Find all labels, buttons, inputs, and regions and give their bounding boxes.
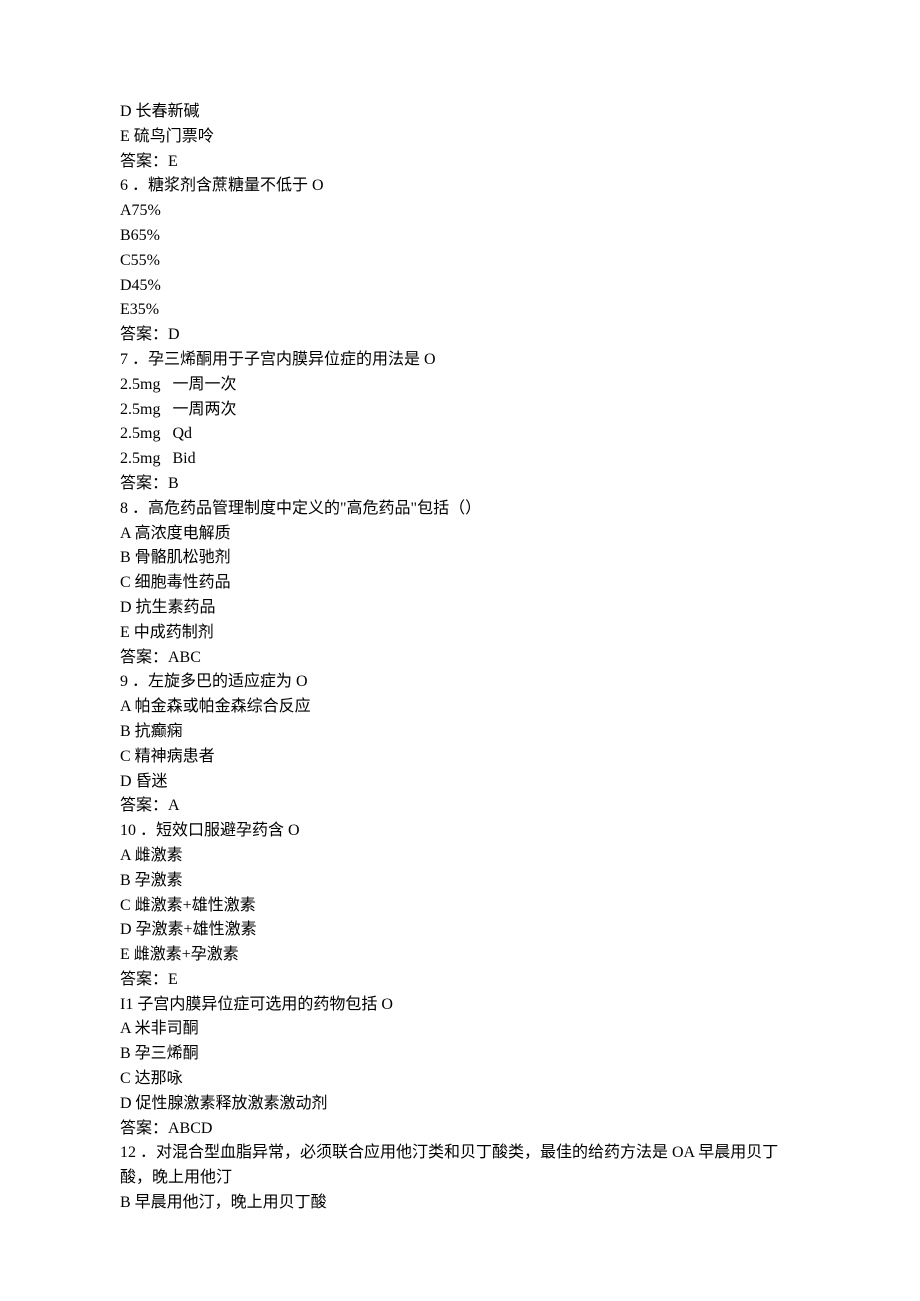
text-line: D 昏迷: [120, 770, 800, 795]
text-line: 答案：D: [120, 323, 800, 348]
text-line: 12 ．对混合型血脂异常，必须联合应用他汀类和贝丁酸类，最佳的给药方法是 OA …: [120, 1141, 800, 1191]
text-line: 7 ．孕三烯酮用于子宫内膜异位症的用法是 O: [120, 348, 800, 373]
text-line: 2.5mg Qd: [120, 422, 800, 447]
text-line: I1 子宫内膜异位症可选用的药物包括 O: [120, 993, 800, 1018]
text-line: B65%: [120, 224, 800, 249]
text-line: C 达那咏: [120, 1067, 800, 1092]
text-line: 答案：ABCD: [120, 1117, 800, 1142]
text-line: E 硫鸟门票呤: [120, 125, 800, 150]
text-line: B 孕三烯酮: [120, 1042, 800, 1067]
text-line: A 帕金森或帕金森综合反应: [120, 695, 800, 720]
text-line: B 孕激素: [120, 869, 800, 894]
text-line: D 长春新碱: [120, 100, 800, 125]
text-line: A 雌激素: [120, 844, 800, 869]
text-line: C 细胞毒性药品: [120, 571, 800, 596]
text-line: 答案：ABC: [120, 646, 800, 671]
text-line: 答案：A: [120, 794, 800, 819]
text-line: 10 ．短效口服避孕药含 O: [120, 819, 800, 844]
text-line: D 孕激素+雄性激素: [120, 918, 800, 943]
text-line: C 精神病患者: [120, 745, 800, 770]
text-line: 2.5mg Bid: [120, 447, 800, 472]
text-line: C55%: [120, 249, 800, 274]
text-line: 6 ．糖浆剂含蔗糖量不低于 O: [120, 174, 800, 199]
text-line: 2.5mg 一周一次: [120, 373, 800, 398]
text-line: 答案：E: [120, 150, 800, 175]
text-line: 2.5mg 一周两次: [120, 398, 800, 423]
text-line: 答案：E: [120, 968, 800, 993]
text-line: A 米非司酮: [120, 1017, 800, 1042]
text-line: B 早晨用他汀，晚上用贝丁酸: [120, 1191, 800, 1216]
text-line: D 促性腺激素释放激素激动剂: [120, 1092, 800, 1117]
text-line: B 抗癫痫: [120, 720, 800, 745]
text-line: E 雌激素+孕激素: [120, 943, 800, 968]
text-line: E 中成药制剂: [120, 621, 800, 646]
text-line: 8 ．高危药品管理制度中定义的"高危药品"包括（）: [120, 497, 800, 522]
text-line: D 抗生素药品: [120, 596, 800, 621]
text-line: 9 ．左旋多巴的适应症为 O: [120, 670, 800, 695]
text-line: B 骨骼肌松驰剂: [120, 546, 800, 571]
text-line: C 雌激素+雄性激素: [120, 894, 800, 919]
text-line: A75%: [120, 199, 800, 224]
document-body: D 长春新碱E 硫鸟门票呤答案：E6 ．糖浆剂含蔗糖量不低于 OA75%B65%…: [120, 100, 800, 1216]
text-line: A 高浓度电解质: [120, 522, 800, 547]
text-line: E35%: [120, 298, 800, 323]
text-line: 答案：B: [120, 472, 800, 497]
text-line: D45%: [120, 274, 800, 299]
